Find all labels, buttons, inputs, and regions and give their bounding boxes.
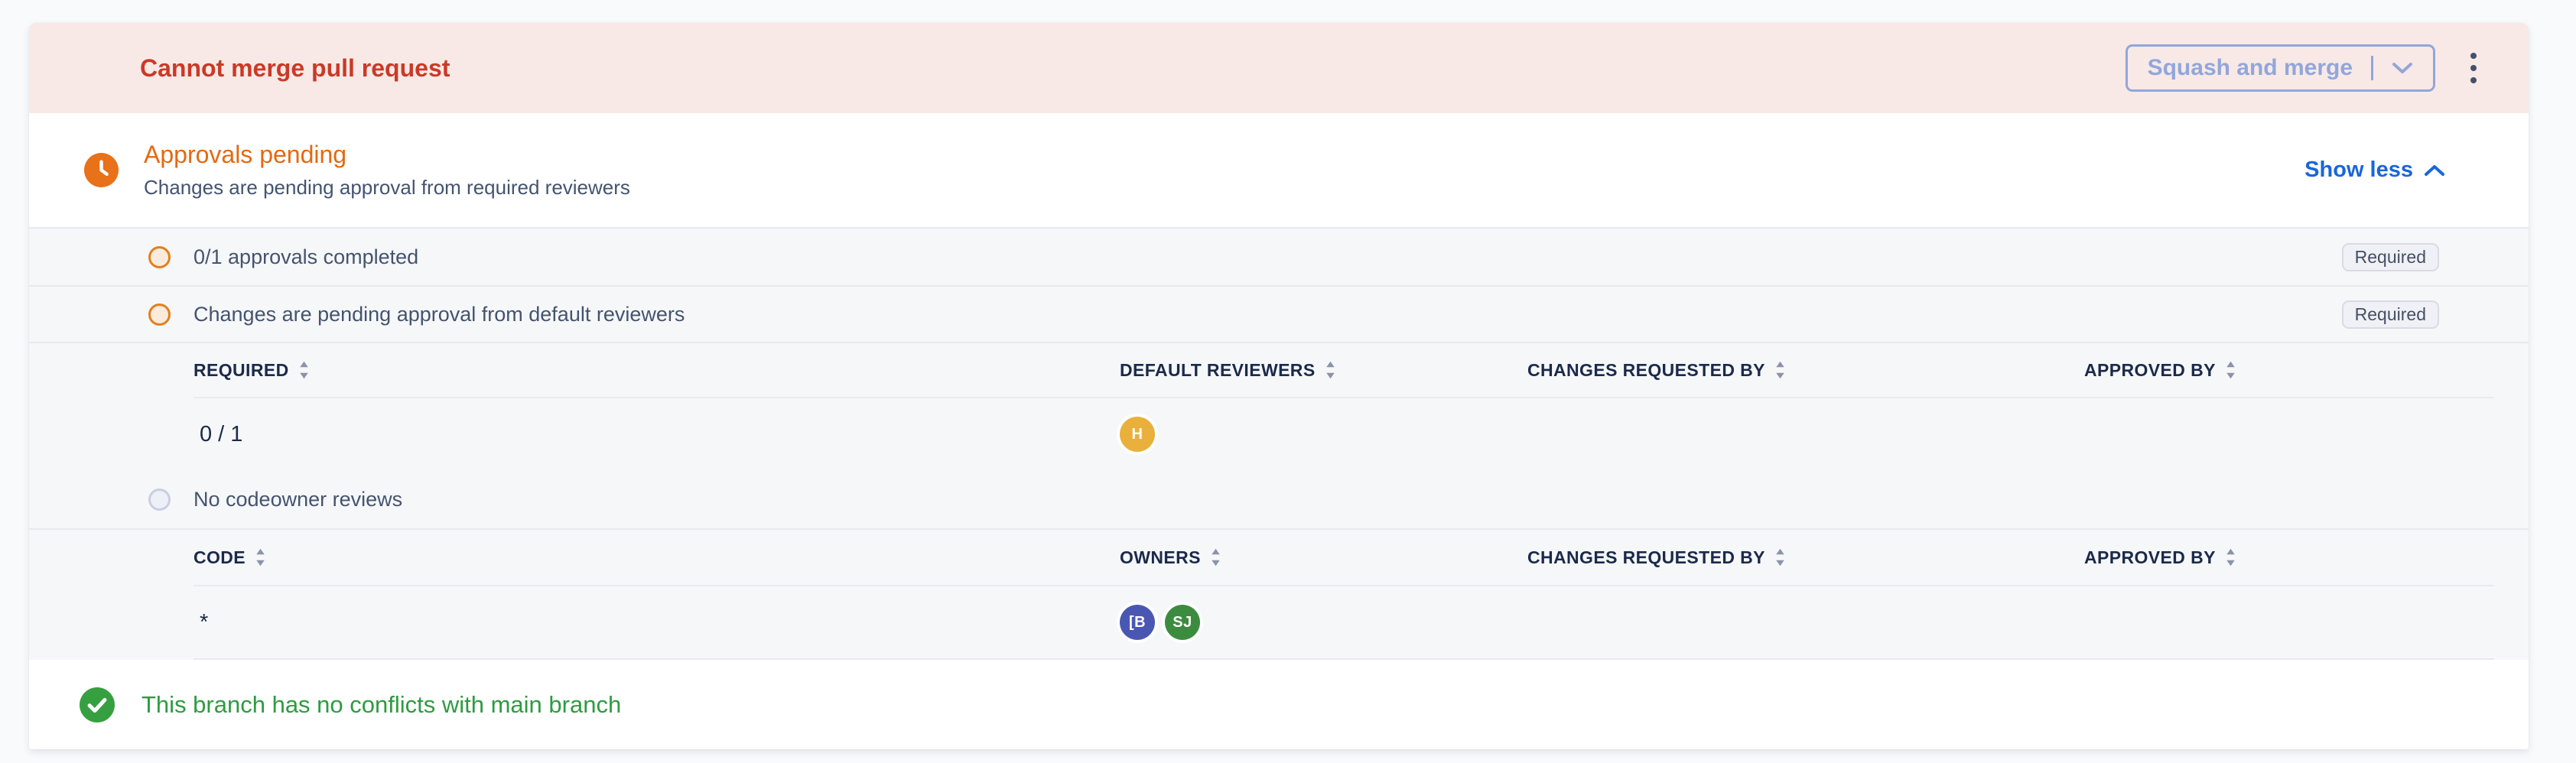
approvals-pending-subtitle: Changes are pending approval from requir… xyxy=(144,176,630,200)
button-divider xyxy=(2371,56,2373,80)
check-row-approvals-count[interactable]: 0/1 approvals completed Required xyxy=(29,227,2529,285)
sort-icon[interactable] xyxy=(1774,547,1786,567)
check-label: No codeowner reviews xyxy=(194,488,402,511)
required-table-header-row: REQUIRED DEFAULT REVIEWERS CHANGES REQUE… xyxy=(194,343,2494,398)
pending-circle-icon xyxy=(148,304,171,326)
check-label: 0/1 approvals completed xyxy=(194,245,418,269)
chevron-down-icon[interactable] xyxy=(2392,61,2413,75)
no-conflicts-label: This branch has no conflicts with main b… xyxy=(141,691,621,719)
default-reviewers-cell: H xyxy=(1120,417,1527,452)
required-count-cell: 0 / 1 xyxy=(194,422,1120,447)
sort-icon[interactable] xyxy=(1774,360,1786,380)
avatar[interactable]: H xyxy=(1120,417,1155,452)
owners-cell: [B SJ xyxy=(1120,605,1527,640)
approvals-pending-section: Approvals pending Changes are pending ap… xyxy=(29,113,2529,227)
required-badge: Required xyxy=(2342,243,2439,271)
check-label: Changes are pending approval from defaul… xyxy=(194,303,685,326)
neutral-circle-icon xyxy=(148,489,171,511)
sort-icon[interactable] xyxy=(255,547,266,567)
pending-circle-icon xyxy=(148,246,171,268)
cannot-merge-banner: Cannot merge pull request Squash and mer… xyxy=(29,23,2529,113)
codeowner-table-row: * [B SJ xyxy=(194,586,2494,660)
clock-icon xyxy=(84,153,119,187)
column-header-changes-requested-by[interactable]: CHANGES REQUESTED BY xyxy=(1527,547,2084,568)
banner-title: Cannot merge pull request xyxy=(140,54,450,83)
column-header-owners[interactable]: OWNERS xyxy=(1120,547,1527,568)
column-header-approved-by[interactable]: APPROVED BY xyxy=(2084,547,2494,568)
check-circle-icon xyxy=(80,687,115,722)
squash-and-merge-label: Squash and merge xyxy=(2148,55,2353,81)
approvals-header-text: Approvals pending Changes are pending ap… xyxy=(144,141,630,200)
check-row-default-reviewers[interactable]: Changes are pending approval from defaul… xyxy=(29,285,2529,342)
show-less-label: Show less xyxy=(2304,157,2413,183)
sort-icon[interactable] xyxy=(2225,360,2236,380)
chevron-up-icon xyxy=(2425,164,2444,177)
reviewers-detail-panel: REQUIRED DEFAULT REVIEWERS CHANGES REQUE… xyxy=(29,342,2529,660)
kebab-menu-icon[interactable] xyxy=(2464,47,2483,89)
sort-icon[interactable] xyxy=(1210,547,1221,567)
column-header-code[interactable]: CODE xyxy=(194,547,1120,568)
approvals-pending-title: Approvals pending xyxy=(144,141,630,169)
sort-icon[interactable] xyxy=(2225,547,2236,567)
column-header-changes-requested-by[interactable]: CHANGES REQUESTED BY xyxy=(1527,360,2084,381)
column-header-approved-by[interactable]: APPROVED BY xyxy=(2084,360,2494,381)
sort-icon[interactable] xyxy=(298,360,310,380)
sort-icon[interactable] xyxy=(1325,360,1336,380)
avatar[interactable]: SJ xyxy=(1165,605,1200,640)
check-row-codeowner[interactable]: No codeowner reviews xyxy=(29,470,2529,530)
code-pattern-cell: * xyxy=(194,610,1120,635)
codeowner-table-header-row: CODE OWNERS CHANGES REQUESTED BY APPROVE… xyxy=(194,530,2494,586)
required-table-row: 0 / 1 H xyxy=(194,398,2494,470)
show-less-toggle[interactable]: Show less xyxy=(2304,157,2444,183)
column-header-default-reviewers[interactable]: DEFAULT REVIEWERS xyxy=(1120,360,1527,381)
avatar[interactable]: [B xyxy=(1120,605,1155,640)
squash-and-merge-button[interactable]: Squash and merge xyxy=(2126,44,2435,92)
column-header-required[interactable]: REQUIRED xyxy=(194,360,1120,381)
no-conflicts-section: This branch has no conflicts with main b… xyxy=(29,660,2529,749)
banner-actions: Squash and merge xyxy=(2126,44,2483,92)
required-badge: Required xyxy=(2342,300,2439,329)
merge-checks-card: Cannot merge pull request Squash and mer… xyxy=(29,23,2529,749)
